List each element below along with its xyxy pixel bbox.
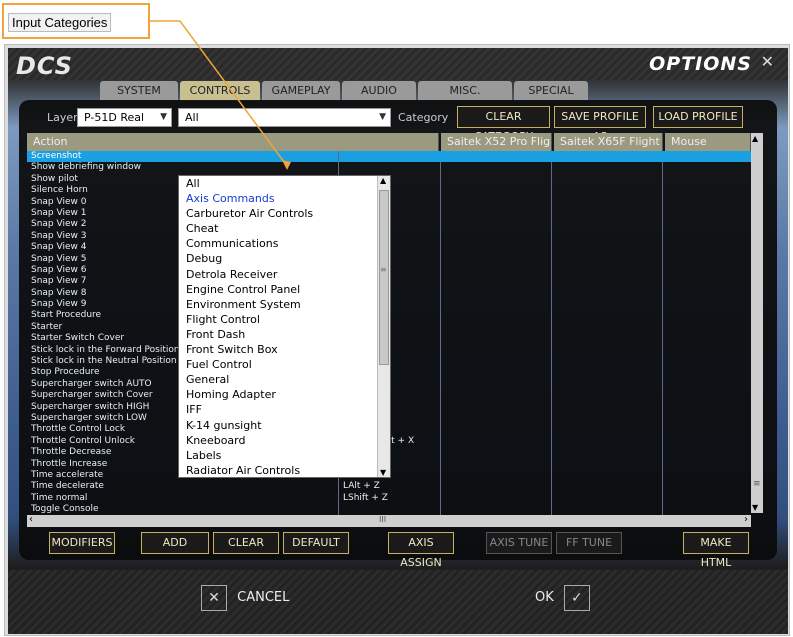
dropdown-item[interactable]: Radiator Air Controls <box>179 463 390 478</box>
cancel-label: CANCEL <box>237 590 290 605</box>
tab-misc[interactable]: MISC. <box>418 81 512 101</box>
scroll-left-icon[interactable]: ‹ <box>29 514 33 525</box>
column-header-x52[interactable]: Saitek X52 Pro Flight <box>441 133 552 151</box>
add-button[interactable]: ADD <box>141 532 209 554</box>
scroll-thumb-grip: III <box>379 515 387 524</box>
dropdown-item[interactable]: General <box>179 372 390 387</box>
check-icon: ✓ <box>563 584 590 611</box>
vertical-scrollbar[interactable]: ▲ ≡ ▼ <box>751 133 763 513</box>
chevron-down-icon: ▼ <box>379 112 386 122</box>
column-header-mouse[interactable]: Mouse <box>665 133 751 151</box>
window-title: OPTIONS <box>649 53 752 75</box>
close-icon[interactable]: ✕ <box>761 52 774 71</box>
dropdown-item[interactable]: Environment System <box>179 297 390 312</box>
footer-bar: ✕ CANCEL OK ✓ <box>8 570 788 634</box>
category-label: Category <box>398 111 449 124</box>
horizontal-scrollbar[interactable]: ‹ III › <box>27 514 751 527</box>
title-bar: DCS OPTIONS ✕ <box>8 48 788 80</box>
table-row-action[interactable]: Toggle Console <box>27 504 338 515</box>
mouse-column <box>663 151 751 515</box>
cancel-button[interactable]: ✕ CANCEL <box>201 584 289 612</box>
layer-value: P-51D Real <box>84 111 145 124</box>
table-row-action[interactable]: Show debriefing window <box>27 162 338 173</box>
dropdown-item[interactable]: Engine Control Panel <box>179 282 390 297</box>
dropdown-item[interactable]: Front Switch Box <box>179 342 390 357</box>
dropdown-item[interactable]: Front Dash <box>179 327 390 342</box>
x52-column <box>441 151 552 515</box>
dropdown-scroll-thumb[interactable] <box>379 190 389 365</box>
dropdown-item[interactable]: Homing Adapter <box>179 387 390 402</box>
axis-tune-button[interactable]: AXIS TUNE <box>486 532 552 554</box>
default-button[interactable]: DEFAULT <box>283 532 349 554</box>
save-profile-button[interactable]: SAVE PROFILE AS <box>554 106 646 143</box>
table-cell-keyboard[interactable] <box>339 504 440 515</box>
tab-system[interactable]: SYSTEM <box>100 81 178 101</box>
scroll-down-icon[interactable]: ▼ <box>380 468 386 477</box>
ok-button[interactable]: OK ✓ <box>535 584 590 612</box>
dropdown-item[interactable]: IFF <box>179 402 390 417</box>
table-row-action[interactable]: Time normal <box>27 493 338 504</box>
clear-category-button[interactable]: CLEAR CATEGORY <box>457 106 550 143</box>
scroll-right-icon[interactable]: › <box>744 514 748 525</box>
dcs-logo: DCS <box>16 52 73 80</box>
tab-special[interactable]: SPECIAL <box>514 81 588 101</box>
tab-gameplay[interactable]: GAMEPLAY <box>262 81 340 101</box>
dropdown-item[interactable]: Carburetor Air Controls <box>179 206 390 221</box>
load-profile-button[interactable]: LOAD PROFILE <box>653 106 743 128</box>
dropdown-item[interactable]: Detrola Receiver <box>179 267 390 282</box>
dropdown-item[interactable]: Axis Commands <box>179 191 390 206</box>
category-select[interactable]: All ▼ <box>178 108 391 127</box>
table-cell-keyboard[interactable] <box>339 162 440 173</box>
dropdown-item[interactable]: All <box>179 176 390 191</box>
dropdown-item[interactable]: Cheat <box>179 221 390 236</box>
tab-audio[interactable]: AUDIO <box>342 81 416 101</box>
dropdown-scrollbar[interactable]: ▲ ≡ ▼ <box>377 176 390 477</box>
table-cell-keyboard[interactable]: LAlt + Z <box>339 481 440 492</box>
category-value: All <box>185 111 199 124</box>
chevron-down-icon: ▼ <box>160 112 167 122</box>
axis-assign-button[interactable]: AXIS ASSIGN <box>388 532 454 569</box>
scroll-grip-icon: ≡ <box>380 265 387 274</box>
close-icon: ✕ <box>201 584 227 611</box>
selected-row-highlight <box>339 151 751 163</box>
scroll-up-icon[interactable]: ▲ <box>380 176 386 185</box>
dropdown-item[interactable]: K-14 gunsight <box>179 418 390 433</box>
scroll-down-icon[interactable]: ▼ <box>752 503 758 512</box>
ok-label: OK <box>535 590 554 605</box>
clear-button[interactable]: CLEAR <box>213 532 279 554</box>
table-row-action[interactable]: Time decelerate <box>27 481 338 492</box>
column-header-action[interactable]: Action <box>27 133 439 151</box>
x65f-column <box>552 151 663 515</box>
callout-box: Input Categories <box>2 3 150 39</box>
column-header-x65f[interactable]: Saitek X65F Flight C <box>554 133 663 151</box>
dropdown-item[interactable]: Debug <box>179 251 390 266</box>
callout-label: Input Categories <box>8 13 112 32</box>
make-html-button[interactable]: MAKE HTML <box>683 532 749 569</box>
layer-label: Layer <box>47 111 78 124</box>
dropdown-item[interactable]: Labels <box>179 448 390 463</box>
tab-controls[interactable]: CONTROLS <box>180 81 260 101</box>
dropdown-item[interactable]: Kneeboard <box>179 433 390 448</box>
scroll-grip-icon: ≡ <box>753 479 761 489</box>
layer-select[interactable]: P-51D Real ▼ <box>77 108 172 127</box>
options-window: DCS OPTIONS ✕ SYSTEM CONTROLS GAMEPLAY A… <box>8 48 788 634</box>
category-dropdown-list: All Axis Commands Carburetor Air Controls C… <box>178 175 391 478</box>
table-row-action[interactable]: Screenshot <box>27 151 338 163</box>
dropdown-item[interactable]: Flight Control <box>179 312 390 327</box>
dropdown-item[interactable]: Fuel Control <box>179 357 390 372</box>
table-cell-keyboard[interactable]: LShift + Z <box>339 493 440 504</box>
ff-tune-button[interactable]: FF TUNE <box>556 532 622 554</box>
scroll-up-icon[interactable]: ▲ <box>752 134 758 143</box>
modifiers-button[interactable]: MODIFIERS <box>49 532 115 554</box>
dropdown-item[interactable]: Communications <box>179 236 390 251</box>
